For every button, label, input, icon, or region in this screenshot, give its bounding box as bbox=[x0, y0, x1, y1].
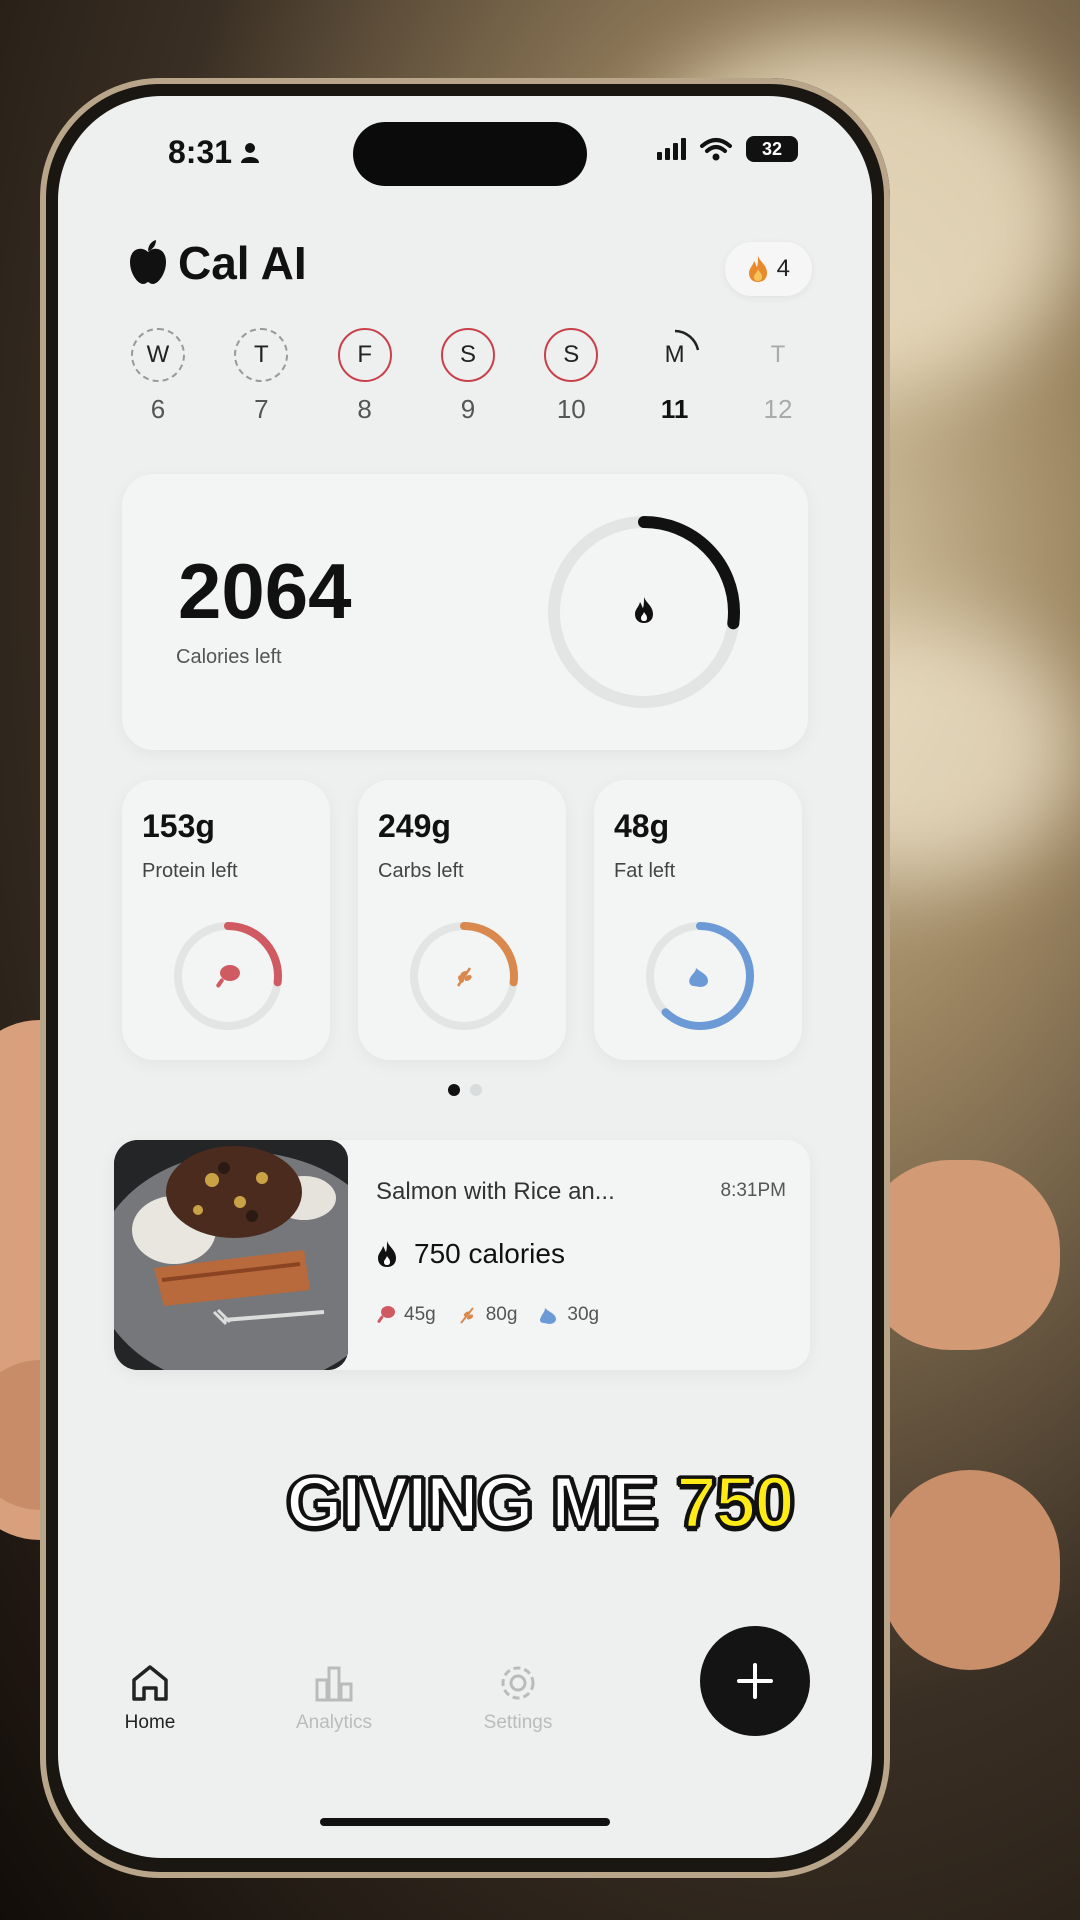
day-letter: T bbox=[770, 341, 786, 368]
food-log-card[interactable]: Salmon with Rice an... 8:31PM 750 calori… bbox=[114, 1140, 810, 1370]
food-fat: 30g bbox=[539, 1304, 599, 1326]
wifi-icon bbox=[700, 138, 732, 161]
gear-icon bbox=[501, 1666, 535, 1700]
nav-analytics[interactable]: Analytics bbox=[242, 1662, 426, 1734]
wheat-icon bbox=[456, 967, 472, 987]
day-number: 7 bbox=[254, 394, 269, 424]
day-sat[interactable]: S 9 bbox=[428, 328, 508, 425]
flame-icon bbox=[635, 597, 653, 623]
food-time: 8:31PM bbox=[720, 1180, 786, 1201]
day-letter: F bbox=[337, 328, 392, 382]
status-time: 8:31 bbox=[168, 134, 260, 171]
wheat-icon bbox=[459, 1307, 474, 1324]
carbs-card[interactable]: 249g Carbs left bbox=[358, 780, 566, 1060]
add-button[interactable] bbox=[700, 1626, 810, 1736]
phone-screen: 8:31 32 Cal AI 4 W 6 T 7 F 8 S 9 S 10 M … bbox=[58, 96, 872, 1858]
app-title: Cal AI bbox=[128, 236, 307, 290]
calories-left-label: Calories left bbox=[176, 646, 282, 668]
day-number: 10 bbox=[556, 394, 586, 424]
person-icon bbox=[241, 142, 260, 163]
day-sun[interactable]: S 10 bbox=[531, 328, 611, 425]
day-letter: M bbox=[648, 328, 702, 382]
food-macros: 45g 80g 30g bbox=[376, 1304, 599, 1326]
day-letter: T bbox=[234, 328, 289, 382]
food-photo bbox=[114, 1140, 348, 1370]
signal-icon bbox=[657, 138, 686, 160]
streak-badge[interactable]: 4 bbox=[724, 242, 812, 296]
battery-icon: 32 bbox=[746, 136, 798, 162]
day-fri[interactable]: F 8 bbox=[325, 328, 405, 425]
fat-card[interactable]: 48g Fat left bbox=[594, 780, 802, 1060]
calories-ring bbox=[548, 516, 740, 708]
protein-value: 153g bbox=[142, 808, 215, 844]
caption-highlight: 750 bbox=[675, 1462, 796, 1545]
fat-value: 48g bbox=[614, 808, 670, 844]
nav-home[interactable]: Home bbox=[58, 1662, 242, 1734]
day-tue[interactable]: T 12 bbox=[738, 328, 818, 425]
food-protein: 45g bbox=[376, 1304, 436, 1326]
page-dot-active bbox=[448, 1084, 460, 1096]
day-letter: S bbox=[440, 328, 495, 382]
day-number: 11 bbox=[660, 394, 689, 424]
calories-card[interactable]: 2064 Calories left bbox=[122, 474, 808, 750]
carbs-ring bbox=[410, 922, 518, 1030]
nav-settings[interactable]: Settings bbox=[426, 1662, 610, 1734]
food-calories: 750 calories bbox=[376, 1238, 565, 1270]
home-icon bbox=[132, 1665, 168, 1701]
day-letter: W bbox=[131, 328, 185, 382]
right-finger bbox=[860, 1160, 1060, 1350]
bar-chart-icon bbox=[315, 1666, 353, 1702]
calories-left-value: 2064 bbox=[178, 547, 352, 635]
plus-icon bbox=[737, 1663, 773, 1699]
video-caption: GIVING ME 750 bbox=[285, 1462, 796, 1545]
protein-card[interactable]: 153g Protein left bbox=[122, 780, 330, 1060]
fat-label: Fat left bbox=[614, 860, 676, 882]
dynamic-island bbox=[353, 122, 587, 186]
day-number: 6 bbox=[150, 394, 166, 424]
day-wed[interactable]: W 6 bbox=[118, 328, 198, 425]
carbs-label: Carbs left bbox=[378, 860, 464, 882]
bottom-nav: Home Analytics Settings bbox=[58, 1662, 698, 1734]
status-indicators: 32 bbox=[657, 136, 798, 162]
day-number: 8 bbox=[357, 394, 372, 424]
day-letter: S bbox=[544, 328, 599, 382]
day-number: 12 bbox=[763, 394, 793, 424]
home-indicator[interactable] bbox=[320, 1818, 610, 1826]
page-indicator[interactable] bbox=[448, 1084, 482, 1096]
drumstick-icon bbox=[216, 965, 240, 988]
food-carbs: 80g bbox=[458, 1304, 517, 1326]
today-arc bbox=[674, 329, 699, 351]
page-dot bbox=[470, 1084, 482, 1096]
carbs-value: 249g bbox=[378, 808, 451, 844]
oil-drop-icon bbox=[689, 968, 708, 987]
day-thu[interactable]: T 7 bbox=[221, 328, 301, 425]
apple-logo-icon bbox=[130, 240, 166, 284]
flame-icon bbox=[748, 256, 767, 282]
food-name: Salmon with Rice an... bbox=[376, 1178, 615, 1205]
drumstick-icon bbox=[377, 1306, 395, 1323]
protein-label: Protein left bbox=[142, 860, 238, 882]
day-number: 9 bbox=[460, 394, 476, 424]
day-mon-today[interactable]: M 11 bbox=[635, 328, 715, 425]
oil-drop-icon bbox=[540, 1308, 557, 1324]
fat-ring bbox=[646, 922, 754, 1030]
protein-ring bbox=[174, 922, 282, 1030]
week-selector: W 6 T 7 F 8 S 9 S 10 M 11 T 12 bbox=[118, 328, 818, 425]
flame-icon bbox=[378, 1241, 396, 1267]
